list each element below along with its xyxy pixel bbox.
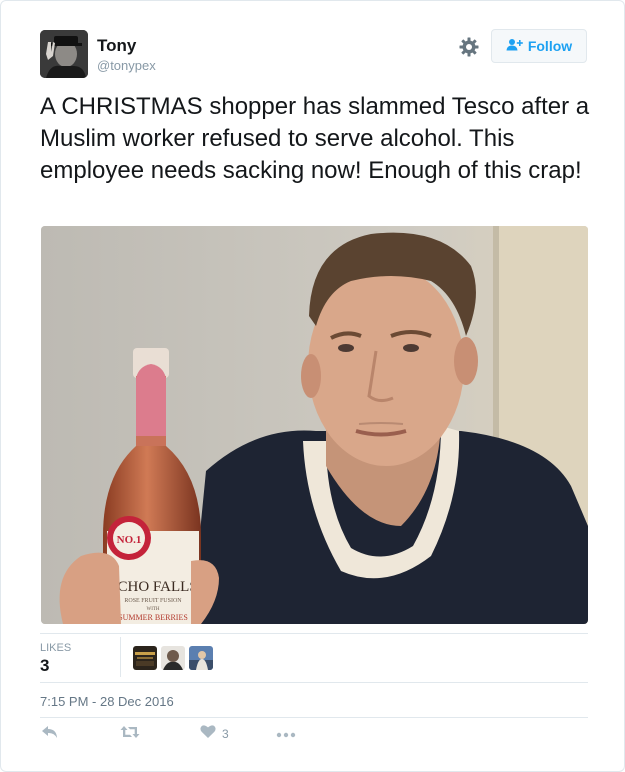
reply-button[interactable]	[41, 724, 59, 744]
liker-avatar[interactable]	[161, 646, 185, 670]
heart-icon	[200, 724, 216, 744]
liker-avatar[interactable]	[133, 646, 157, 670]
author-handle[interactable]: @tonypex	[97, 58, 156, 73]
divider	[40, 717, 588, 718]
tweet-text: A CHRISTMAS shopper has slammed Tesco af…	[40, 93, 590, 184]
tweet-card: Tony @tonypex Follow A CHRISTMAS shopper…	[0, 0, 625, 772]
liker-avatar[interactable]	[189, 646, 213, 670]
tweet-photo[interactable]: NO.1 ECHO FALLS ROSE FRUIT FUSION WITH S…	[41, 226, 588, 624]
divider	[120, 637, 121, 677]
divider	[40, 682, 588, 683]
follow-button[interactable]: Follow	[491, 29, 587, 63]
add-user-icon	[506, 38, 523, 54]
retweet-icon	[120, 725, 140, 744]
bottle-line3: SUMMER BERRIES	[118, 613, 188, 622]
bottle-line2: WITH	[146, 607, 159, 612]
likers-avatars	[133, 646, 213, 670]
retweet-button[interactable]	[120, 724, 140, 744]
likes-count[interactable]: 3	[40, 656, 49, 676]
author-name[interactable]: Tony	[97, 36, 136, 56]
more-icon	[276, 725, 296, 743]
bottle-brand: ECHO FALLS	[108, 579, 197, 595]
author-avatar[interactable]	[40, 30, 88, 78]
like-count: 3	[222, 727, 229, 741]
more-button[interactable]	[276, 724, 296, 744]
like-button[interactable]: 3	[200, 724, 229, 744]
gear-icon[interactable]	[458, 36, 480, 58]
tweet-timestamp[interactable]: 7:15 PM - 28 Dec 2016	[40, 694, 174, 709]
bottle-badge: NO.1	[117, 534, 142, 546]
follow-label: Follow	[527, 38, 573, 54]
bottle-line1: ROSE FRUIT FUSION	[124, 598, 182, 604]
divider	[40, 633, 588, 634]
reply-icon	[41, 724, 59, 745]
likes-label: LIKES	[40, 642, 72, 654]
